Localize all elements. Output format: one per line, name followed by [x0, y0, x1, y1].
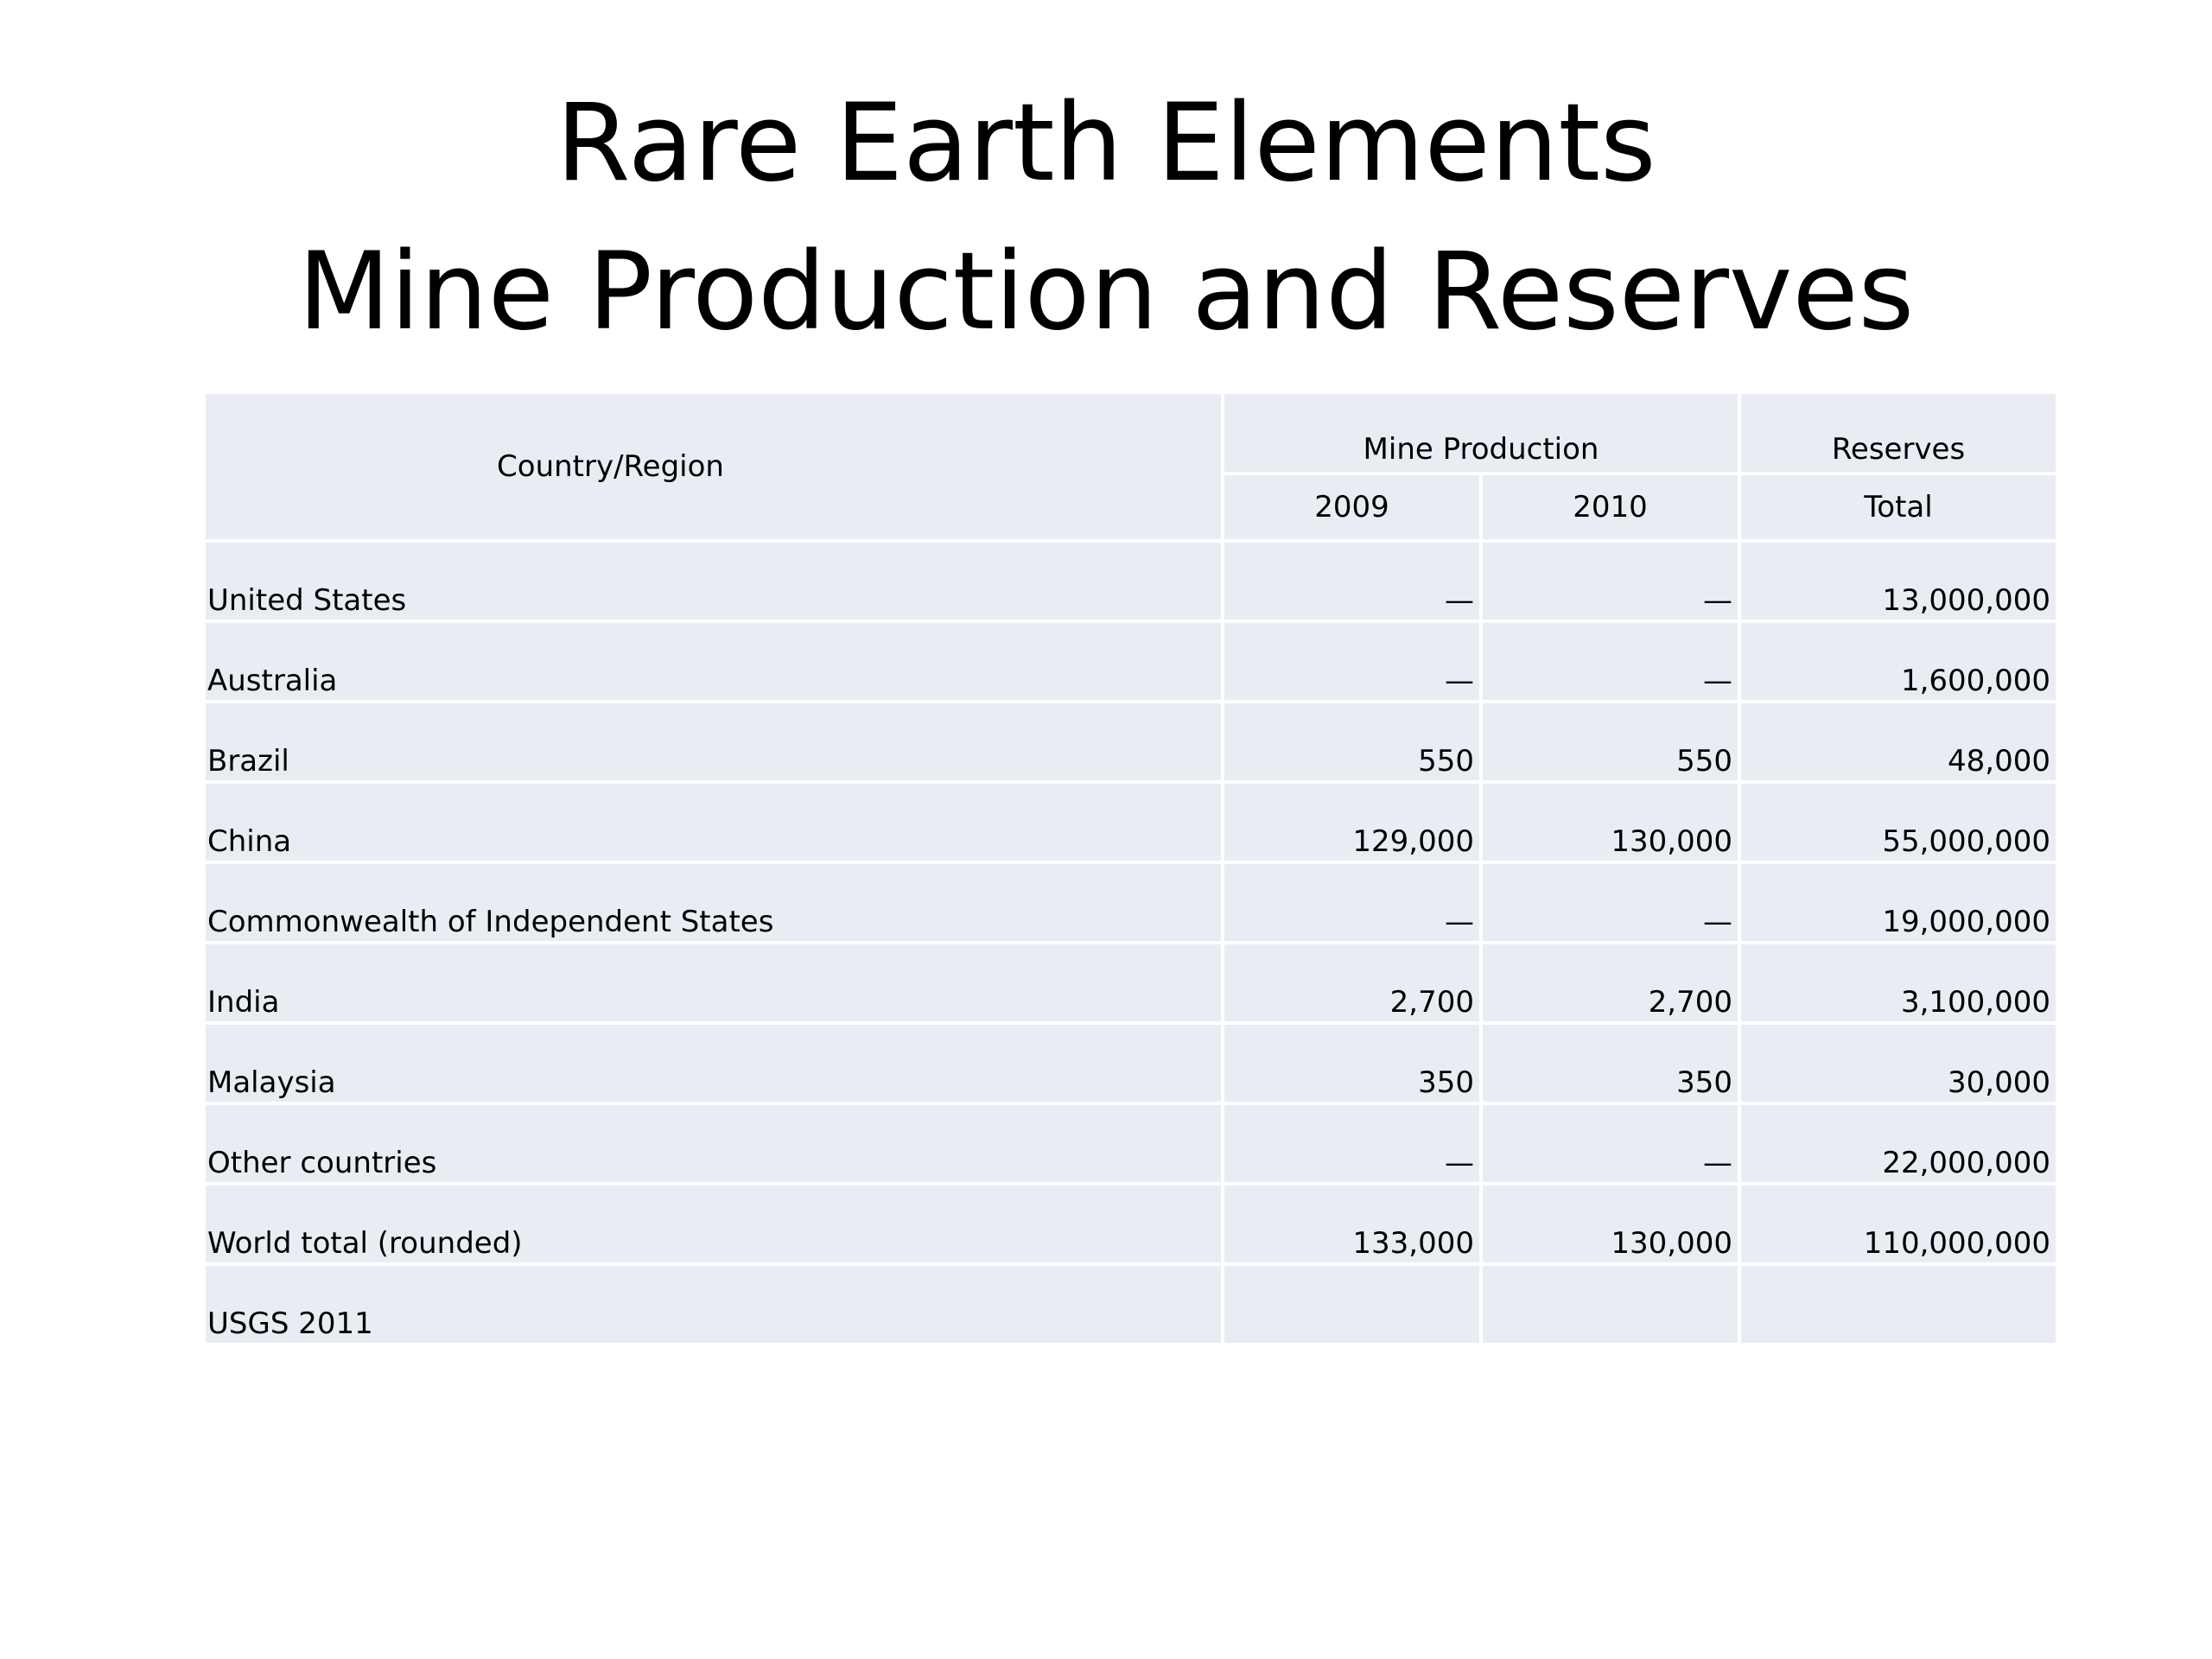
cell-production-2009: — [1221, 861, 1483, 944]
cell-country: World total (rounded) [206, 1182, 1224, 1266]
table-row: China 129,000 130,000 55,000,000 [206, 780, 2060, 864]
cell-production-2010: 2,700 [1478, 941, 1742, 1025]
cell-production-2010: 130,000 [1478, 780, 1742, 864]
table-row: Commonwealth of Independent States — — 1… [206, 861, 2060, 944]
cell-reserves-total: 55,000,000 [1738, 780, 2060, 864]
cell-country: Malaysia [206, 1021, 1224, 1105]
cell-production-2009: — [1221, 1102, 1483, 1185]
cell-country: Brazil [206, 700, 1224, 784]
table-row: India 2,700 2,700 3,100,000 [206, 941, 2060, 1025]
table-row: Australia — — 1,600,000 [206, 620, 2060, 703]
table-row: Brazil 550 550 48,000 [206, 700, 2060, 784]
cell-country: China [206, 780, 1224, 864]
column-header-2010: 2010 [1478, 472, 1742, 543]
table-row: Malaysia 350 350 30,000 [206, 1021, 2060, 1105]
cell-production-2009: 350 [1221, 1021, 1483, 1105]
cell-production-2009: 133,000 [1221, 1182, 1483, 1266]
cell-country: India [206, 941, 1224, 1025]
cell-reserves-total: 110,000,000 [1738, 1182, 2060, 1266]
table-row-source: USGS 2011 [206, 1262, 2060, 1346]
slide-title: Rare Earth Elements Mine Production and … [0, 69, 2212, 366]
cell-production-2009: — [1221, 539, 1483, 623]
cell-production-2009 [1221, 1262, 1483, 1346]
cell-production-2010: 350 [1478, 1021, 1742, 1105]
table-row-world-total: World total (rounded) 133,000 130,000 11… [206, 1182, 2060, 1266]
cell-reserves-total: 3,100,000 [1738, 941, 2060, 1025]
cell-production-2010: 550 [1478, 700, 1742, 784]
rare-earth-table: Country/Region Mine Production Reserves … [206, 391, 2060, 1346]
column-group-mine-production: Mine Production [1220, 391, 1742, 475]
cell-country: United States [206, 539, 1224, 623]
cell-reserves-total [1738, 1262, 2060, 1346]
source-note: USGS 2011 [206, 1262, 1224, 1346]
column-group-reserves: Reserves [1738, 391, 2060, 475]
cell-country: Commonwealth of Independent States [206, 861, 1224, 944]
cell-country: Other countries [206, 1102, 1224, 1185]
cell-production-2010: 130,000 [1478, 1182, 1742, 1266]
cell-reserves-total: 19,000,000 [1738, 861, 2060, 944]
cell-reserves-total: 22,000,000 [1738, 1102, 2060, 1185]
cell-reserves-total: 48,000 [1738, 700, 2060, 784]
column-header-total: Total [1738, 472, 2060, 543]
column-header-country: Country/Region [206, 391, 1224, 543]
cell-production-2010: — [1478, 1102, 1742, 1185]
cell-production-2010: — [1478, 620, 1742, 703]
cell-reserves-total: 30,000 [1738, 1021, 2060, 1105]
table-row: United States — — 13,000,000 [206, 539, 2060, 623]
cell-reserves-total: 1,600,000 [1738, 620, 2060, 703]
cell-production-2009: 550 [1221, 700, 1483, 784]
table-row: Other countries — — 22,000,000 [206, 1102, 2060, 1185]
cell-production-2009: — [1221, 620, 1483, 703]
cell-reserves-total: 13,000,000 [1738, 539, 2060, 623]
cell-production-2009: 129,000 [1221, 780, 1483, 864]
slide-title-line-2: Mine Production and Reserves [297, 230, 1915, 354]
column-header-2009: 2009 [1221, 472, 1483, 543]
cell-production-2010: — [1478, 861, 1742, 944]
table-header-row: Country/Region Mine Production Reserves [206, 391, 2060, 543]
cell-production-2010: — [1478, 539, 1742, 623]
cell-production-2009: 2,700 [1221, 941, 1483, 1025]
cell-country: Australia [206, 620, 1224, 703]
slide-title-line-1: Rare Earth Elements [556, 81, 1656, 206]
cell-production-2010 [1478, 1262, 1742, 1346]
